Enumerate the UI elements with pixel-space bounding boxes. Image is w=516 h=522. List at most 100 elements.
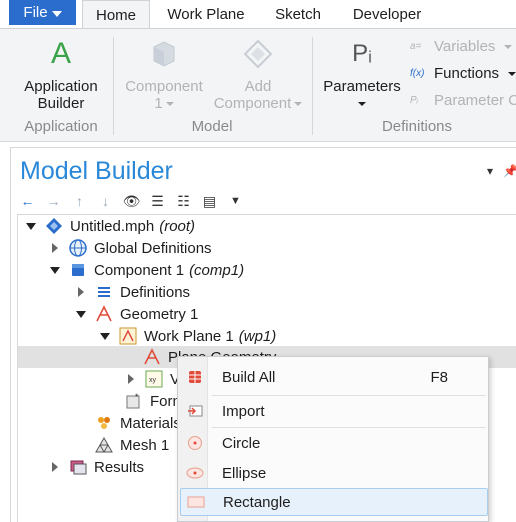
- tab-label: Sketch: [275, 6, 321, 23]
- tree-node-label: Mesh 1: [120, 436, 170, 454]
- parameter-case-icon: Pᵢ: [410, 95, 418, 106]
- file-menu-button[interactable]: File: [9, 0, 76, 25]
- move-down-icon[interactable]: ↓: [97, 193, 114, 210]
- tree-node-label: Results: [94, 458, 145, 476]
- svg-text:xy: xy: [149, 377, 157, 384]
- more-dropdown-icon[interactable]: ▼: [227, 193, 244, 210]
- tree-node-label: Untitled.mph: [70, 217, 155, 235]
- context-menu: Build All F8 Import Circle Ellipse Recta…: [177, 356, 489, 522]
- component-label-2: 1: [154, 95, 163, 112]
- tree-node-work-plane-1[interactable]: Work Plane 1 (wp1): [98, 325, 276, 347]
- tree-node-mesh-1[interactable]: Mesh 1: [94, 434, 169, 456]
- tree-node-label: Definitions: [120, 283, 191, 301]
- variables-button[interactable]: a= Variables: [410, 38, 513, 55]
- application-builder-label-1: Application: [24, 78, 98, 95]
- expand-all-icon[interactable]: ☷: [175, 193, 192, 210]
- tree-node-results[interactable]: Results: [48, 456, 144, 478]
- move-up-icon[interactable]: ↑: [71, 193, 88, 210]
- expanded-icon[interactable]: [74, 307, 88, 321]
- tree-node-label: Component 1: [94, 261, 185, 279]
- tree-node-global-definitions[interactable]: Global Definitions: [48, 237, 212, 259]
- application-builder-label-2: Builder: [37, 95, 85, 112]
- materials-icon: [94, 413, 114, 433]
- application-builder-button[interactable]: A Application Builder: [14, 37, 108, 112]
- dropdown-arrow-icon: [504, 44, 513, 49]
- application-builder-icon: A: [50, 37, 71, 70]
- collapsed-icon[interactable]: [48, 241, 62, 255]
- tree-node-component-1[interactable]: Component 1 (comp1): [48, 259, 244, 281]
- dropdown-arrow-icon: [294, 102, 303, 107]
- variables-label: Variables: [434, 38, 496, 55]
- expanded-icon[interactable]: [24, 219, 38, 233]
- menu-item-ellipse[interactable]: Ellipse: [180, 459, 488, 487]
- tree-node-tag: (root): [159, 217, 196, 235]
- tree-node-definitions[interactable]: Definitions: [74, 281, 190, 303]
- circle-icon: [180, 435, 210, 451]
- tree-node-form[interactable]: * Form: [124, 390, 185, 412]
- menu-item-circle[interactable]: Circle: [180, 429, 488, 457]
- collapse-all-icon[interactable]: ☰: [149, 193, 166, 210]
- group-label-application: Application: [24, 118, 98, 135]
- expanded-icon[interactable]: [98, 329, 112, 343]
- component-icon: [68, 260, 88, 280]
- add-component-label-1: Add: [244, 78, 272, 95]
- menu-item-rectangle[interactable]: Rectangle: [180, 488, 488, 516]
- show-icon[interactable]: 👁: [123, 193, 141, 210]
- ribbon-panel: A Application Builder Application Compon…: [0, 28, 516, 142]
- tab-work-plane[interactable]: Work Plane: [158, 0, 254, 29]
- functions-button[interactable]: f(x) Functions: [410, 65, 516, 82]
- tree-node-tag: (comp1): [189, 261, 245, 279]
- tab-home[interactable]: Home: [82, 0, 150, 29]
- tree-node-root[interactable]: Untitled.mph (root): [24, 215, 195, 237]
- collapsed-icon[interactable]: [48, 460, 62, 474]
- tab-developer[interactable]: Developer: [342, 0, 432, 29]
- menu-separator: [212, 395, 486, 396]
- parameters-label: Parameters: [323, 78, 401, 95]
- tab-sketch[interactable]: Sketch: [266, 0, 330, 29]
- tree-node-view[interactable]: xy V: [124, 368, 180, 390]
- group-label-definitions: Definitions: [381, 118, 453, 135]
- parameters-button[interactable]: Pᵢ Parameters: [318, 37, 406, 112]
- add-component-button[interactable]: Add Component: [210, 37, 306, 112]
- menu-item-label: Import: [222, 402, 265, 420]
- tree-node-label: Work Plane 1: [144, 327, 234, 345]
- menu-item-label: Rectangle: [223, 493, 291, 511]
- component-button[interactable]: Component 1: [118, 37, 210, 112]
- ribbon-divider: [113, 37, 114, 135]
- collapsed-icon[interactable]: [124, 372, 138, 386]
- tree-node-materials[interactable]: Materials: [94, 412, 181, 434]
- geometry-icon: [94, 304, 114, 324]
- view-options-icon[interactable]: ▤: [201, 193, 218, 210]
- collapsed-icon[interactable]: [74, 285, 88, 299]
- menu-item-label: Ellipse: [222, 464, 267, 482]
- tab-label: Developer: [352, 6, 422, 23]
- view-xy-icon: xy: [144, 369, 164, 389]
- tree-node-label: Geometry 1: [120, 305, 199, 323]
- dropdown-arrow-icon: [358, 102, 366, 107]
- panel-menu-icon[interactable]: ▾: [487, 164, 493, 178]
- pin-icon[interactable]: 📌: [503, 164, 516, 178]
- import-icon: [180, 404, 210, 418]
- model-builder-toolbar: ← → ↑ ↓ 👁 ☰ ☷ ▤ ▼: [19, 190, 244, 212]
- rectangle-icon: [181, 495, 211, 509]
- ellipse-icon: [180, 466, 210, 480]
- mesh-icon: [94, 435, 114, 455]
- forward-arrow-icon[interactable]: →: [45, 193, 62, 210]
- cube-icon: [153, 41, 175, 67]
- parameter-case-label: Parameter Ca: [434, 92, 516, 109]
- menu-item-build-all[interactable]: Build All F8: [180, 363, 488, 391]
- tab-label: Home: [95, 6, 136, 24]
- svg-text:*: *: [135, 392, 139, 402]
- back-arrow-icon[interactable]: ←: [19, 193, 36, 210]
- model-file-icon: [44, 216, 64, 236]
- ribbon-divider: [312, 37, 313, 135]
- parameter-case-button[interactable]: Pᵢ Parameter Ca: [410, 92, 516, 109]
- expanded-icon[interactable]: [48, 263, 62, 277]
- file-menu-label: File: [23, 4, 48, 21]
- tree-node-geometry-1[interactable]: Geometry 1: [74, 303, 198, 325]
- add-component-icon: [243, 39, 273, 69]
- add-component-label-2: Component: [213, 95, 292, 112]
- form-union-icon: *: [124, 391, 144, 411]
- globe-icon: [68, 238, 88, 258]
- menu-item-import[interactable]: Import: [180, 397, 488, 425]
